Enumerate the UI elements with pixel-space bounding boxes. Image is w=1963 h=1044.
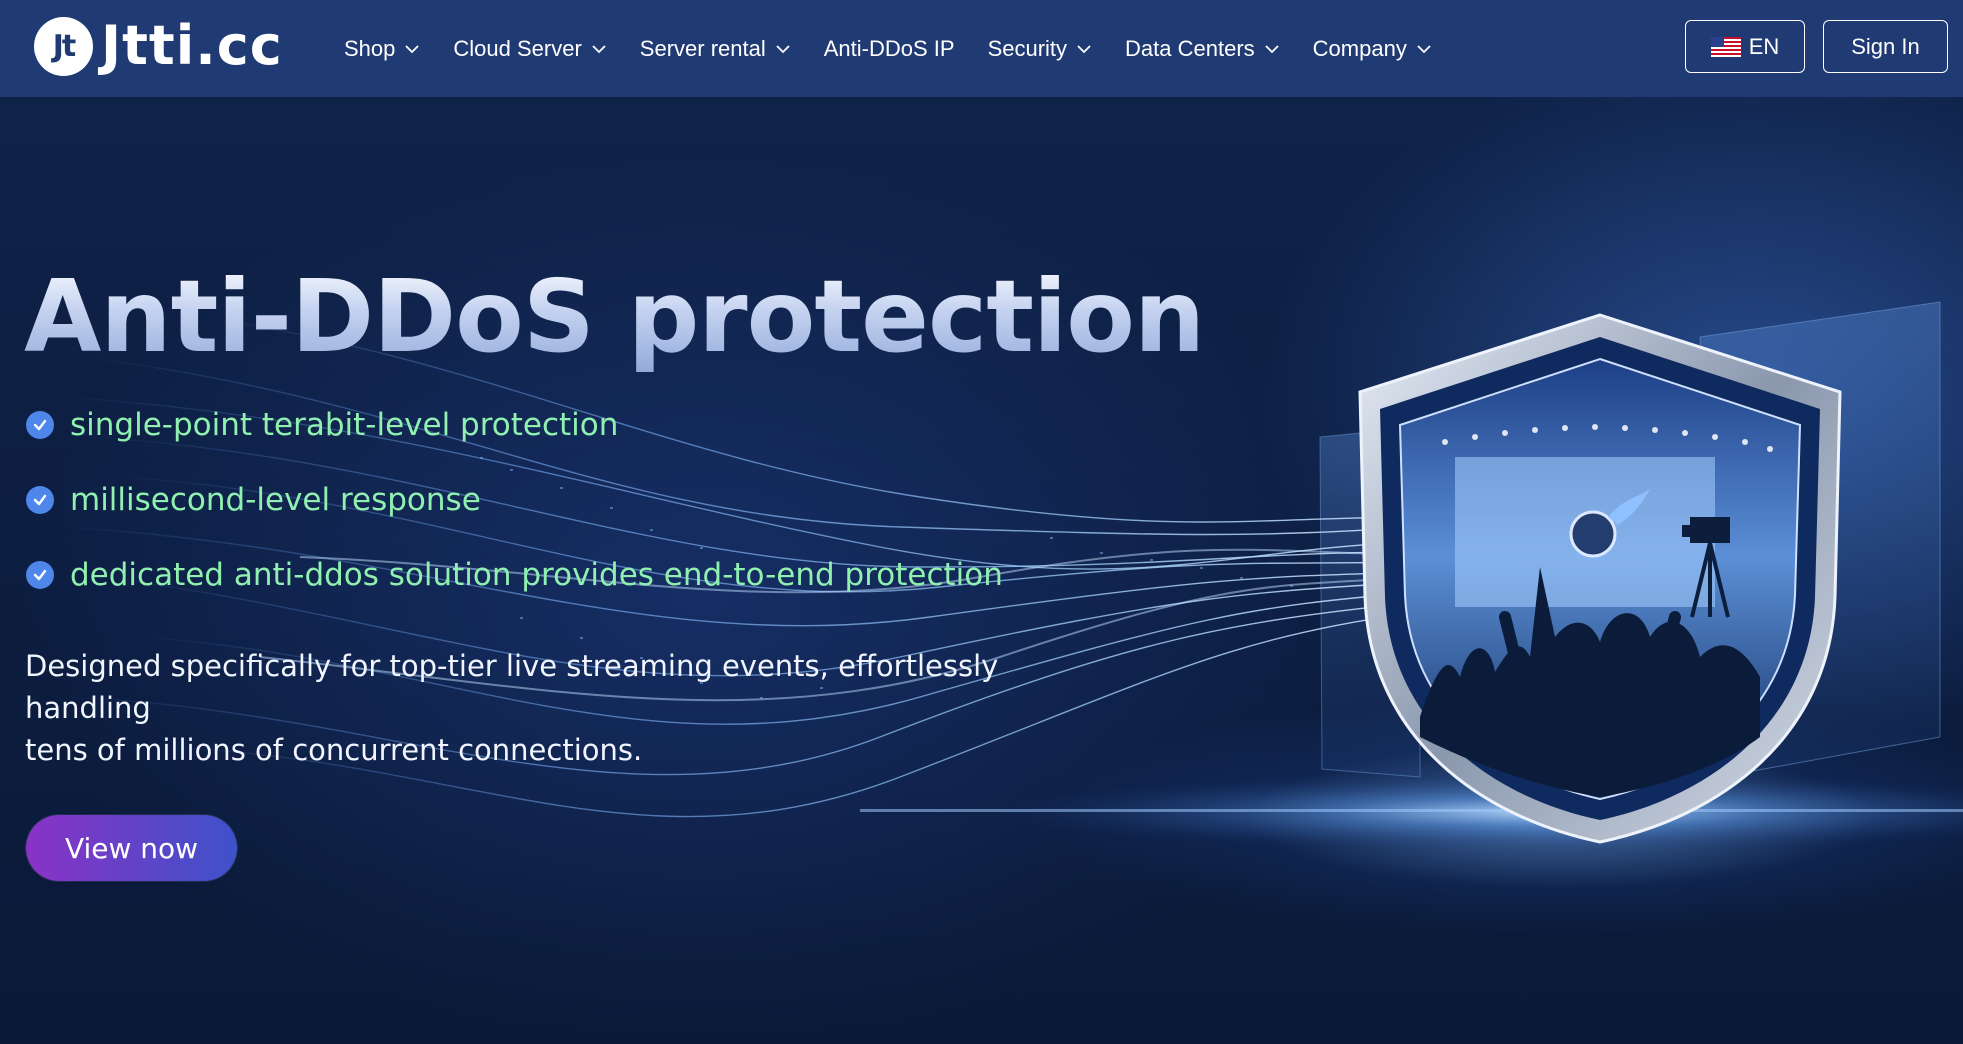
chevron-down-icon bbox=[404, 41, 420, 57]
language-label: EN bbox=[1748, 33, 1780, 59]
nav-item-anti-ddos-ip[interactable]: Anti-DDoS IP bbox=[824, 36, 955, 62]
feature-label: millisecond-level response bbox=[70, 482, 481, 518]
chevron-down-icon bbox=[591, 41, 607, 57]
hero-title: Anti-DDoS protection bbox=[24, 258, 1205, 375]
chevron-down-icon bbox=[1264, 41, 1280, 57]
nav-item-server-rental[interactable]: Server rental bbox=[640, 36, 791, 62]
nav-item-label: Cloud Server bbox=[453, 35, 582, 61]
nav-item-label: Company bbox=[1312, 35, 1407, 61]
main-menu: Shop Cloud Server Server rental Anti-DDo… bbox=[344, 0, 1465, 97]
feature-label: dedicated anti-ddos solution provides en… bbox=[70, 557, 1003, 593]
logo-text: Jtti.cc bbox=[101, 14, 283, 77]
nav-item-label: Anti-DDoS IP bbox=[823, 35, 955, 61]
nav-item-company[interactable]: Company bbox=[1313, 36, 1432, 62]
nav-item-data-centers[interactable]: Data Centers bbox=[1125, 36, 1280, 62]
site-logo[interactable]: Jt Jtti.cc bbox=[34, 16, 283, 76]
feature-item: single-point terabit-level protection bbox=[26, 407, 618, 443]
chevron-down-icon bbox=[1416, 41, 1432, 57]
us-flag-icon bbox=[1710, 36, 1741, 57]
nav-item-security[interactable]: Security bbox=[988, 36, 1092, 62]
hero-banner: Anti-DDoS protection single-point terabi… bbox=[0, 97, 1963, 1044]
sign-in-button[interactable]: Sign In bbox=[1823, 20, 1948, 73]
hero-description-line-1: Designed specifically for top-tier live … bbox=[25, 649, 999, 725]
feature-label: single-point terabit-level protection bbox=[70, 407, 619, 443]
check-circle-icon bbox=[26, 561, 54, 589]
nav-item-shop[interactable]: Shop bbox=[344, 36, 420, 62]
view-now-button[interactable]: View now bbox=[26, 815, 237, 881]
nav-item-label: Shop bbox=[344, 35, 396, 61]
feature-item: millisecond-level response bbox=[26, 482, 481, 518]
nav-item-label: Data Centers bbox=[1125, 35, 1255, 61]
nav-item-label: Security bbox=[987, 35, 1068, 61]
check-circle-icon bbox=[26, 411, 54, 439]
check-circle-icon bbox=[26, 486, 54, 514]
hero-description-line-2: tens of millions of concurrent connectio… bbox=[25, 733, 643, 767]
hero-description: Designed specifically for top-tier live … bbox=[25, 645, 1085, 771]
feature-item: dedicated anti-ddos solution provides en… bbox=[26, 557, 1003, 593]
top-navbar: Jt Jtti.cc Shop Cloud Server Server rent… bbox=[0, 0, 1963, 97]
nav-item-label: Server rental bbox=[639, 35, 766, 61]
chevron-down-icon bbox=[775, 41, 791, 57]
language-button[interactable]: EN bbox=[1685, 20, 1805, 73]
chevron-down-icon bbox=[1076, 41, 1092, 57]
nav-item-cloud-server[interactable]: Cloud Server bbox=[453, 36, 606, 62]
logo-mark-icon: Jt bbox=[34, 16, 93, 76]
